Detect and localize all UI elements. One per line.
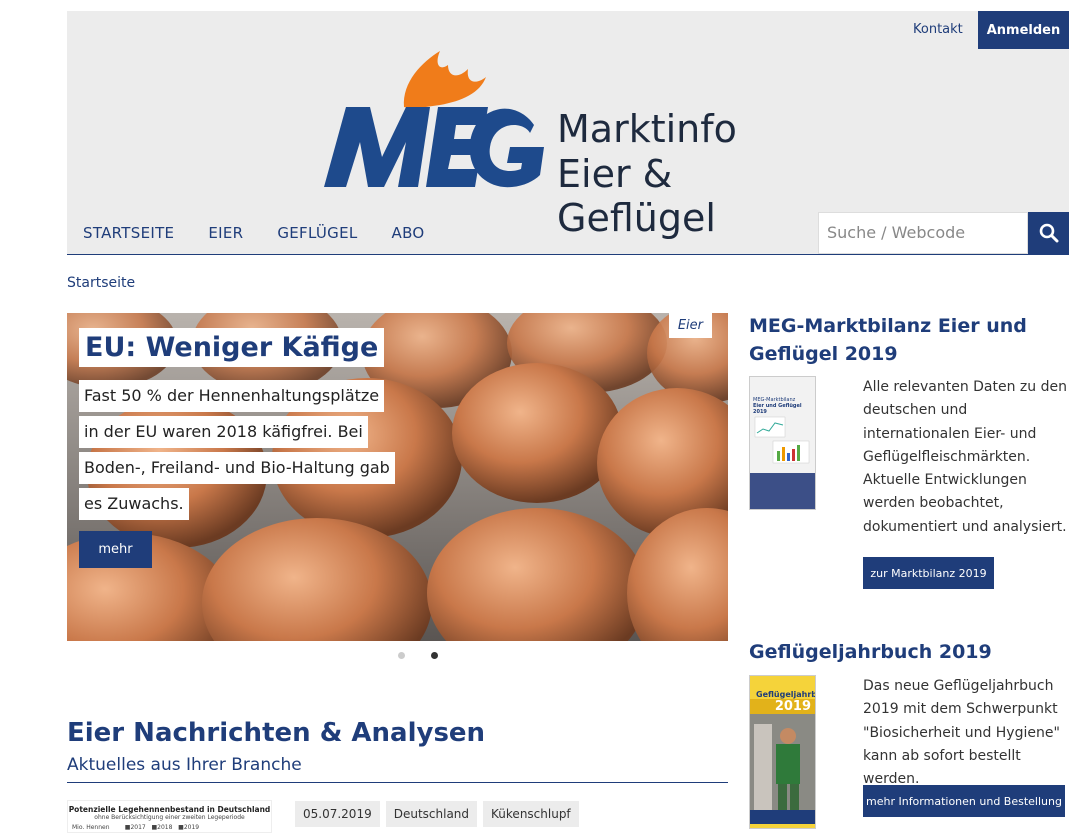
section-title: Eier Nachrichten & Analysen — [67, 718, 486, 748]
marktbilanz-book-cover[interactable]: MEG-Marktbilanz Eier und Geflügel 2019 — [749, 376, 816, 510]
hero-slider[interactable]: Eier EU: Weniger Käfige Fast 50 % der He… — [67, 313, 728, 641]
hero-text-line: in der EU waren 2018 käfigfrei. Bei — [79, 416, 368, 448]
jahrbuch-cover-year: 2019 — [750, 699, 815, 714]
section-subtitle: Aktuelles aus Ihrer Branche — [67, 755, 302, 775]
anmelden-button[interactable]: Anmelden — [978, 11, 1069, 49]
hero-text-line: Fast 50 % der Hennenhaltungsplätze — [79, 380, 385, 412]
search-input[interactable]: Suche / Webcode — [818, 212, 1028, 254]
meg-logo[interactable]: Marktinfo Eier & Geflügel — [322, 47, 822, 240]
news-tags: 05.07.2019 Deutschland Kükenschlupf — [295, 801, 579, 827]
jahrbuch-title[interactable]: Geflügeljahrbuch 2019 — [749, 638, 1049, 666]
nav-item-startseite[interactable]: STARTSEITE — [83, 224, 174, 242]
jahrbuch-cover-title: Geflügeljahrbuch — [756, 690, 815, 699]
jahrbuch-book-cover[interactable]: Geflügeljahrbuch 2019 — [749, 675, 816, 829]
jahrbuch-text: Das neue Geflügeljahrbuch 2019 mit dem S… — [863, 678, 1060, 788]
news-thumbnail[interactable]: Potenzielle Legehennenbestand in Deutsch… — [67, 800, 272, 833]
jahrbuch-cover-photo — [750, 714, 815, 824]
meg-logo-mark — [324, 51, 544, 188]
thumbnail-legend-item: ■2017 — [124, 824, 146, 831]
nav-item-abo[interactable]: ABO — [392, 224, 425, 242]
main-nav: STARTSEITE EIER GEFLÜGEL ABO — [67, 211, 443, 254]
hero-more-button[interactable]: mehr — [79, 531, 152, 568]
book-cover-subtitle: Eier und Geflügel 2019 — [753, 403, 802, 415]
thumbnail-legend-item: ■2018 — [151, 824, 173, 831]
thumbnail-title: Potenzielle Legehennenbestand in Deutsch… — [68, 805, 271, 814]
slider-dot-2[interactable] — [431, 652, 438, 659]
category-tag[interactable]: Eier — [668, 313, 712, 338]
thumbnail-subtitle: ohne Berücksichtigung einer zweiten Lege… — [94, 814, 245, 821]
logo-text-eier-gefluegel: Eier & Geflügel — [557, 152, 716, 240]
topic-tag[interactable]: Kükenschlupf — [483, 801, 579, 827]
nav-item-gefluegel[interactable]: GEFLÜGEL — [277, 224, 357, 242]
hero-title[interactable]: EU: Weniger Käfige — [79, 328, 385, 367]
nav-item-eier[interactable]: EIER — [208, 224, 243, 242]
date-tag: 05.07.2019 — [295, 801, 380, 827]
thumbnail-legend-item: ■2019 — [178, 824, 200, 831]
logo-text-marktinfo: Marktinfo — [557, 107, 737, 151]
search-button[interactable] — [1028, 212, 1069, 254]
search-icon — [1039, 223, 1058, 243]
marktbilanz-button[interactable]: zur Marktbilanz 2019 — [863, 557, 994, 589]
region-tag[interactable]: Deutschland — [385, 801, 478, 827]
hero-text-line: es Zuwachs. — [79, 488, 189, 520]
marktbilanz-title[interactable]: MEG-Marktbilanz Eier und Geflügel 2019 — [749, 312, 1049, 368]
kontakt-link[interactable]: Kontakt — [913, 22, 963, 37]
jahrbuch-button[interactable]: mehr Informationen und Bestellung — [863, 785, 1065, 817]
book-cover-title: MEG-Marktbilanz — [753, 397, 796, 403]
slider-dot-1[interactable] — [398, 652, 405, 659]
hero-text-line: Boden-, Freiland- und Bio-Haltung gab — [79, 452, 395, 484]
marktbilanz-text: Alle relevanten Daten zu den deutschen u… — [863, 379, 1067, 535]
slider-dots — [398, 652, 438, 659]
book-cover-chart — [754, 416, 810, 464]
thumbnail-legend: Mio. Hennen ■2017 ■2018 ■2019 — [72, 824, 271, 831]
breadcrumb[interactable]: Startseite — [67, 275, 135, 291]
thumbnail-axis-label: Mio. Hennen — [72, 824, 110, 831]
site-header: Kontakt Anmelden Marktinfo Eier & Geflüg… — [67, 11, 1069, 255]
section-divider — [67, 782, 728, 783]
